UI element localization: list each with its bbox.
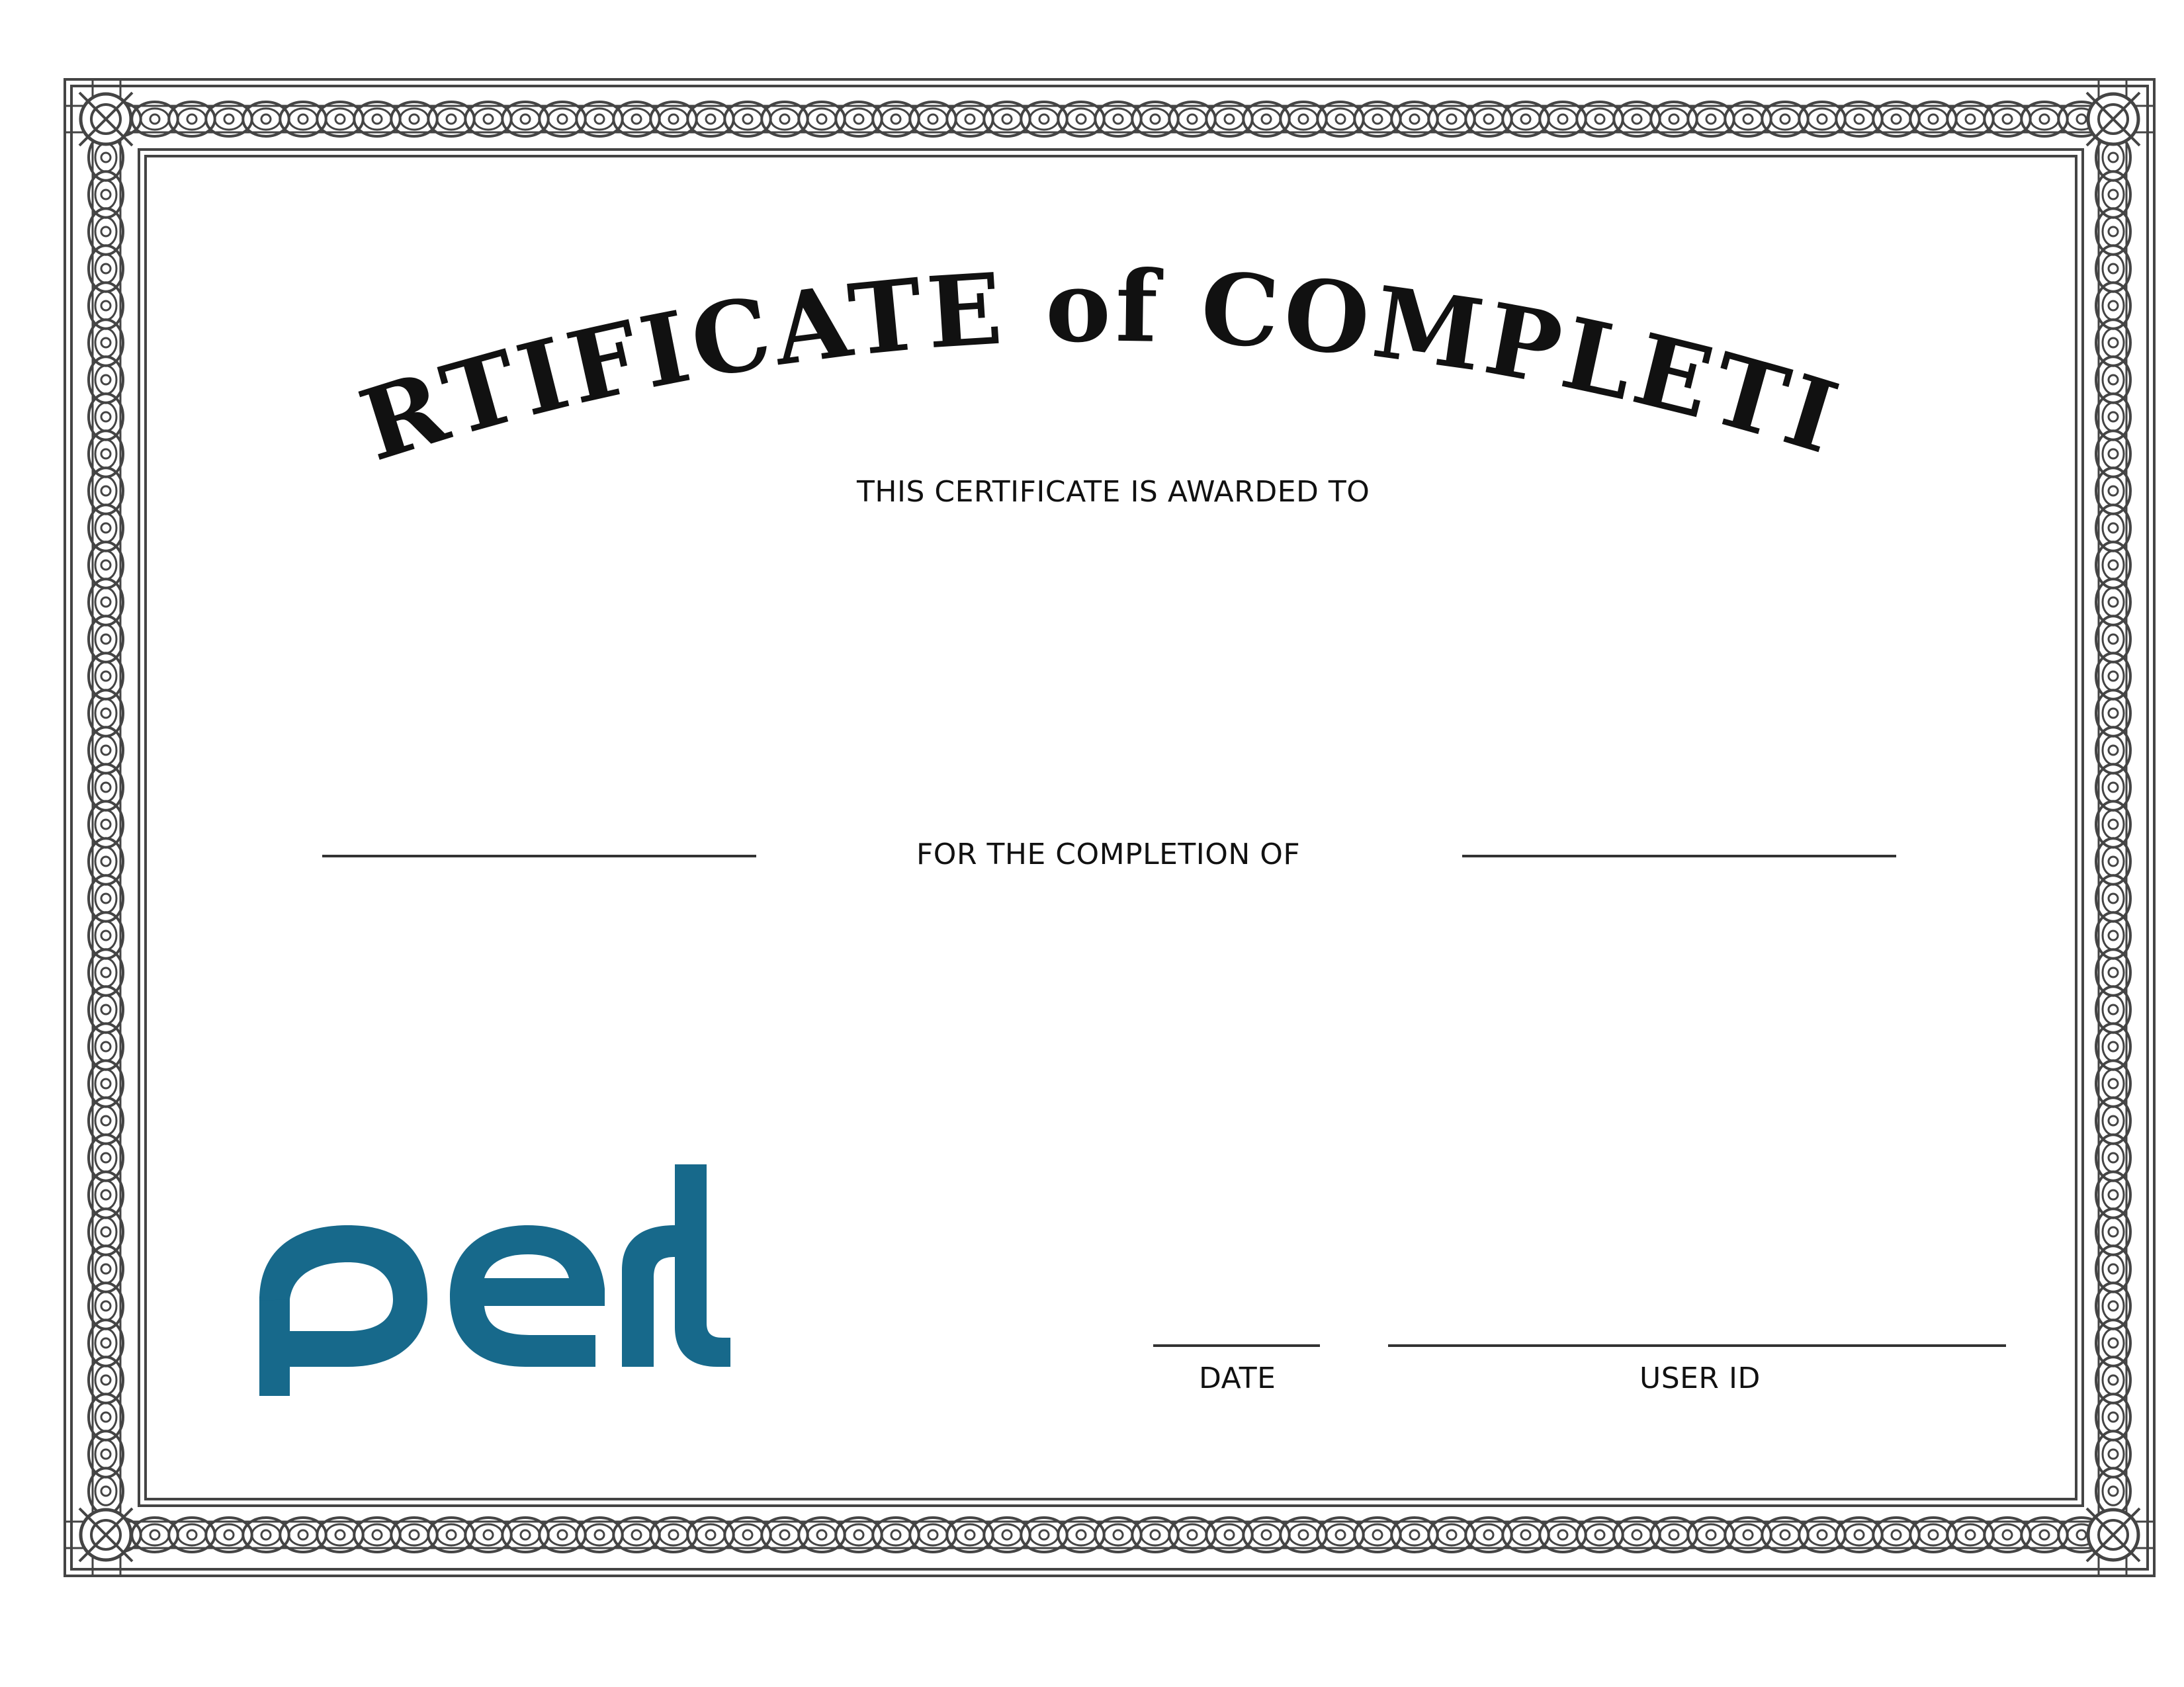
user-id-label: USER ID [1639, 1362, 1761, 1395]
awarded-to-caption: THIS CERTIFICATE IS AWARDED TO [857, 475, 1370, 509]
perls-logo [259, 1164, 730, 1396]
left-divider-line [322, 855, 756, 857]
completion-of-caption: FOR THE COMPLETION OF [916, 838, 1301, 871]
user-id-line [1388, 1344, 2006, 1347]
right-divider-line [1462, 855, 1896, 857]
certificate-title-text: CERTIFICATE of COMPLETION [0, 0, 1849, 483]
svg-text:CERTIFICATE of COMPLETION: CERTIFICATE of COMPLETION [0, 0, 1853, 483]
date-label: DATE [1199, 1362, 1276, 1395]
date-line [1153, 1344, 1320, 1347]
